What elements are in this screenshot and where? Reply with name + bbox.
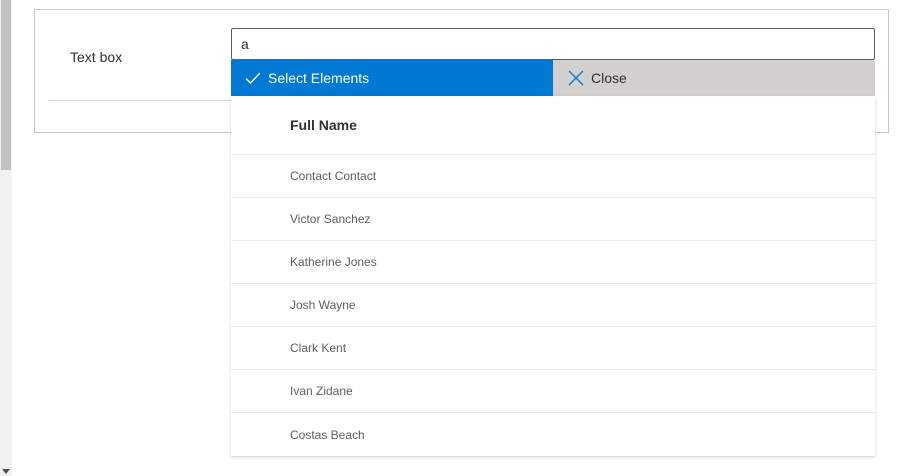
- scrollbar-thumb[interactable]: [1, 0, 11, 170]
- select-elements-label: Select Elements: [268, 70, 370, 86]
- field-divider: [49, 100, 232, 101]
- full-name-cell: Josh Wayne: [290, 298, 356, 312]
- lookup-search-input[interactable]: [231, 28, 875, 60]
- window-scrollbar[interactable]: [0, 0, 12, 476]
- scroll-down-arrow-icon[interactable]: [2, 469, 10, 474]
- close-button[interactable]: Close: [553, 60, 875, 96]
- close-label: Close: [591, 70, 627, 86]
- full-name-cell: Ivan Zidane: [290, 384, 353, 398]
- full-name-cell: Costas Beach: [290, 427, 365, 442]
- list-item[interactable]: Contact Contact: [231, 155, 875, 198]
- column-header-full-name[interactable]: Full Name: [231, 96, 875, 155]
- field-label: Text box: [70, 49, 123, 65]
- list-item[interactable]: Costas Beach: [231, 413, 875, 456]
- list-item[interactable]: Victor Sanchez: [231, 198, 875, 241]
- list-item[interactable]: Josh Wayne: [231, 284, 875, 327]
- list-item[interactable]: Katherine Jones: [231, 241, 875, 284]
- lookup-action-bar: Select Elements Close: [231, 60, 875, 96]
- lookup-results-list: Full Name Contact Contact Victor Sanchez…: [231, 96, 875, 456]
- full-name-cell: Contact Contact: [290, 169, 377, 183]
- close-icon: [567, 69, 585, 87]
- full-name-cell: Clark Kent: [290, 341, 347, 355]
- list-item[interactable]: Ivan Zidane: [231, 370, 875, 413]
- page: Text box Select Elements Close Full Name…: [0, 0, 907, 476]
- checkmark-icon: [244, 69, 262, 87]
- full-name-cell: Katherine Jones: [290, 255, 377, 269]
- full-name-cell: Victor Sanchez: [290, 212, 371, 226]
- list-item[interactable]: Clark Kent: [231, 327, 875, 370]
- select-elements-button[interactable]: Select Elements: [231, 60, 553, 96]
